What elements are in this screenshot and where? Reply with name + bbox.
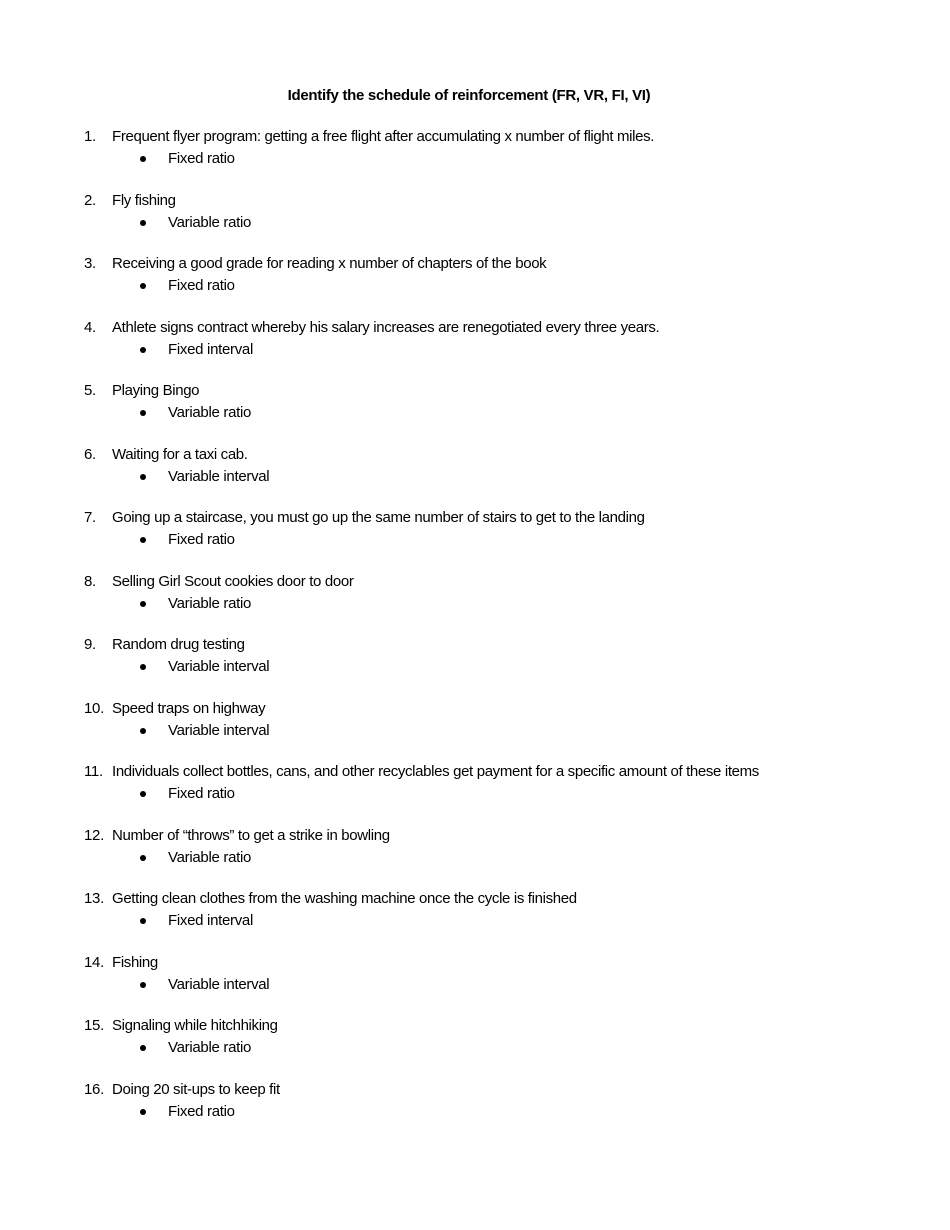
bullet-icon <box>140 473 146 480</box>
answer-text: Variable ratio <box>168 404 252 421</box>
answer-text: Variable interval <box>168 658 270 675</box>
question-text: Getting clean clothes from the washing m… <box>112 890 577 907</box>
bullet-icon <box>140 1108 146 1115</box>
item-number: 1. <box>84 128 96 145</box>
answer-text: Fixed ratio <box>168 1102 235 1120</box>
bullet-icon <box>140 854 146 861</box>
question-text: Selling Girl Scout cookies door to door <box>112 572 354 590</box>
question-text: Playing Bingo <box>112 382 200 399</box>
question-text: Athlete signs contract whereby his salar… <box>112 318 660 336</box>
item-number: 4. <box>84 318 96 336</box>
question-text: Number of “throws” to get a strike in bo… <box>112 826 390 844</box>
document-page: { "document": { "title": "Identify the s… <box>0 0 950 1230</box>
question-text: Fly fishing <box>112 191 176 209</box>
question-text: Going up a staircase, you must go up the… <box>112 509 645 526</box>
bullet-icon <box>140 600 146 607</box>
item-number: 3. <box>84 255 96 272</box>
bullet-icon <box>140 219 146 226</box>
bullet-icon <box>140 918 146 924</box>
bullet-icon <box>140 727 146 734</box>
answer-text: Variable ratio <box>168 1039 252 1056</box>
item-number: 7. <box>84 509 96 526</box>
item-number: 9. <box>84 636 96 653</box>
item-number: 10. <box>84 699 104 717</box>
answer-text: Fixed ratio <box>168 785 235 802</box>
item-number: 15. <box>84 1017 104 1034</box>
document-title: Identify the schedule of reinforcement (… <box>287 87 651 104</box>
bullet-icon <box>140 664 146 670</box>
bullet-icon <box>140 791 146 797</box>
question-text: Receiving a good grade for reading x num… <box>112 255 547 272</box>
bullet-icon <box>140 346 146 353</box>
answer-text: Variable interval <box>168 721 270 739</box>
bullet-icon <box>140 1045 146 1051</box>
item-number: 12. <box>84 826 104 844</box>
question-text: Doing 20 sit-ups to keep fit <box>112 1080 280 1098</box>
item-number: 6. <box>84 445 96 463</box>
answer-text: Variable ratio <box>168 213 252 231</box>
question-text: Individuals collect bottles, cans, and o… <box>112 763 759 780</box>
question-text: Signaling while hitchhiking <box>112 1017 278 1034</box>
item-number: 16. <box>84 1080 104 1098</box>
answer-text: Fixed interval <box>168 912 254 929</box>
item-number: 13. <box>84 890 104 907</box>
answer-text: Variable interval <box>168 975 270 993</box>
item-number: 8. <box>84 572 96 590</box>
bullet-icon <box>140 537 146 543</box>
question-text: Fishing <box>112 953 158 971</box>
item-number: 5. <box>84 382 96 399</box>
question-text: Frequent flyer program: getting a free f… <box>112 128 655 145</box>
answer-text: Fixed ratio <box>168 531 235 548</box>
question-text: Waiting for a taxi cab. <box>112 445 248 463</box>
item-number: 11. <box>84 763 103 780</box>
bullet-icon <box>140 410 146 416</box>
bullet-icon <box>140 156 146 162</box>
bullet-icon <box>140 283 146 289</box>
answer-text: Variable ratio <box>168 594 252 612</box>
item-number: 2. <box>84 191 96 209</box>
bullet-icon <box>140 981 146 988</box>
answer-text: Variable interval <box>168 467 270 485</box>
item-number: 14. <box>84 953 104 971</box>
answer-text: Variable ratio <box>168 848 252 866</box>
answer-text: Fixed ratio <box>168 150 235 167</box>
question-text: Speed traps on highway <box>112 699 266 717</box>
answer-text: Fixed interval <box>168 340 254 358</box>
question-text: Random drug testing <box>112 636 245 653</box>
answer-text: Fixed ratio <box>168 277 235 294</box>
